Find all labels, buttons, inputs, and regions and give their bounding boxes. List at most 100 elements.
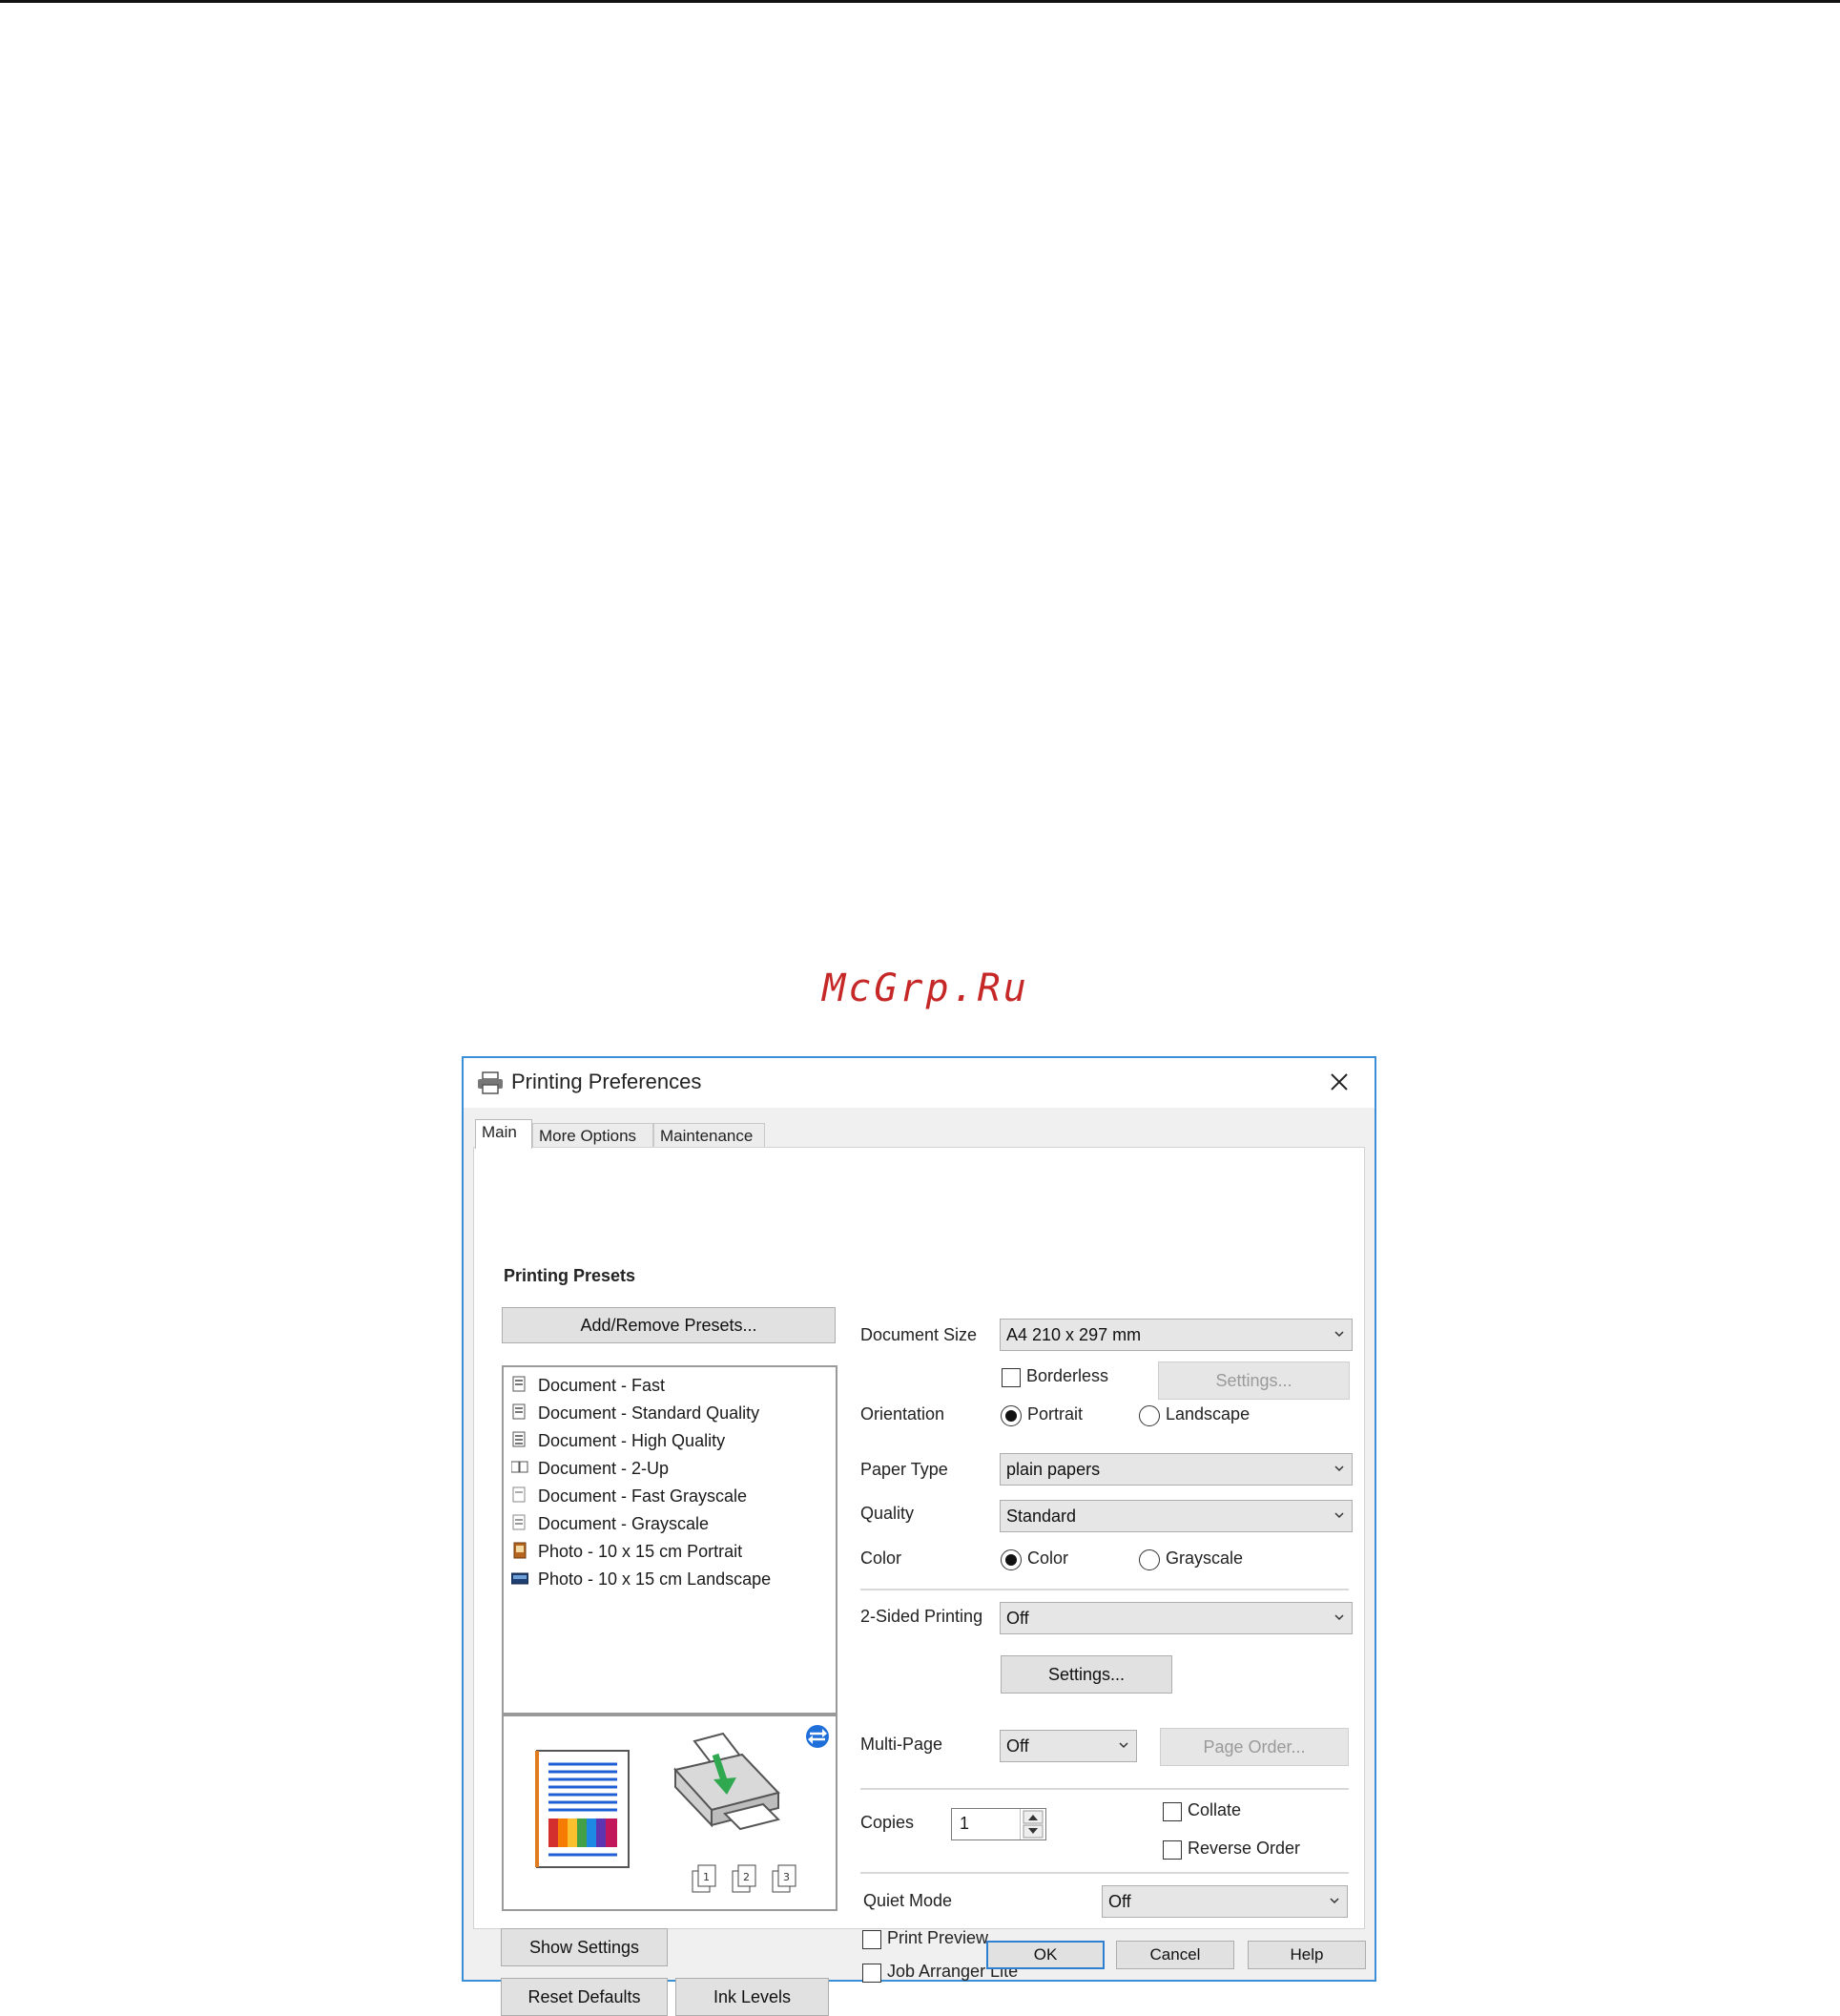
reverse-order-checkbox[interactable] <box>1163 1840 1182 1860</box>
two-sided-value: Off <box>1006 1609 1029 1628</box>
two-sided-select[interactable]: Off <box>1000 1602 1353 1634</box>
preset-label: Photo - 10 x 15 cm Landscape <box>538 1569 772 1589</box>
refresh-badge-icon[interactable] <box>806 1725 829 1748</box>
document-size-label: Document Size <box>860 1325 978 1344</box>
add-remove-presets-button[interactable]: Add/Remove Presets... <box>502 1307 836 1343</box>
multi-page-value: Off <box>1006 1736 1029 1756</box>
printing-presets-heading: Printing Presets <box>504 1266 636 1285</box>
color-label: Color <box>860 1548 902 1568</box>
preview-illustration: 1 2 3 <box>535 1725 829 1893</box>
grayscale-preset-icon <box>512 1486 526 1503</box>
preset-label: Document - Fast <box>538 1376 666 1395</box>
printer-icon <box>478 1071 503 1094</box>
quality-select[interactable]: Standard <box>1000 1500 1353 1532</box>
two-sided-settings-button[interactable]: Settings... <box>1001 1655 1172 1694</box>
document-size-select[interactable]: A4 210 x 297 mm <box>1000 1319 1353 1351</box>
main-panel: Printing Presets Add/Remove Presets... D… <box>473 1147 1365 2016</box>
print-preview-panel: 1 2 3 <box>502 1715 837 1911</box>
color-radio[interactable] <box>1001 1549 1022 1570</box>
preset-label: Document - High Quality <box>538 1431 726 1450</box>
preset-item[interactable]: Document - Grayscale <box>511 1511 709 1536</box>
copies-stepper[interactable]: 1 <box>951 1808 1046 1840</box>
title-bar: Printing Preferences <box>464 1058 1375 1108</box>
chevron-down-icon <box>1119 1742 1128 1749</box>
printer-output-icon <box>673 1732 780 1831</box>
preset-label: Document - Grayscale <box>538 1514 710 1533</box>
grayscale-label: Grayscale <box>1166 1548 1244 1568</box>
orientation-label: Orientation <box>860 1404 945 1424</box>
collate-page-number: 1 <box>703 1871 710 1883</box>
show-settings-button[interactable]: Show Settings <box>501 1928 668 1966</box>
multi-page-label: Multi-Page <box>860 1735 943 1754</box>
quality-value: Standard <box>1006 1507 1077 1526</box>
document-preset-icon <box>512 1376 526 1392</box>
grayscale-radio[interactable] <box>1139 1549 1160 1570</box>
photo-portrait-icon <box>513 1542 527 1559</box>
close-icon[interactable] <box>1325 1068 1354 1096</box>
landscape-radio[interactable] <box>1139 1405 1160 1426</box>
color-option-label: Color <box>1027 1548 1069 1568</box>
preset-item[interactable]: Document - Standard Quality <box>511 1401 759 1425</box>
reset-defaults-button[interactable]: Reset Defaults <box>501 1978 668 2016</box>
preset-item[interactable]: Document - Fast Grayscale <box>511 1484 747 1508</box>
two-sided-label: 2-Sided Printing <box>860 1607 983 1626</box>
preset-label: Document - Standard Quality <box>538 1403 760 1423</box>
borderless-label: Borderless <box>1026 1366 1109 1385</box>
printing-preferences-dialog: Printing Preferences Main More Options M… <box>462 1056 1376 2016</box>
collate-label: Collate <box>1188 1800 1242 1819</box>
collate-page-number: 3 <box>783 1871 790 1883</box>
portrait-radio[interactable] <box>1001 1405 1022 1426</box>
preset-item[interactable]: Photo - 10 x 15 cm Landscape <box>511 1567 771 1591</box>
quiet-mode-value: Off <box>1108 1892 1131 1911</box>
page-order-button[interactable]: Page Order... <box>1160 1728 1349 1766</box>
divider <box>860 1872 1349 1874</box>
ink-levels-button[interactable]: Ink Levels <box>675 1978 829 2016</box>
borderless-checkbox[interactable] <box>1002 1368 1021 1387</box>
ok-button[interactable]: OK <box>986 1941 1105 1969</box>
quiet-mode-select[interactable]: Off <box>1102 1885 1348 1918</box>
portrait-label: Portrait <box>1027 1404 1084 1424</box>
help-button[interactable]: Help <box>1248 1941 1366 1969</box>
document-preset-icon <box>512 1431 526 1447</box>
tab-main[interactable]: Main <box>475 1119 532 1149</box>
document-size-value: A4 210 x 297 mm <box>1006 1325 1142 1344</box>
chevron-down-icon <box>1334 1331 1344 1338</box>
preset-item[interactable]: Document - High Quality <box>511 1428 725 1453</box>
chevron-down-icon <box>1334 1465 1344 1472</box>
preset-label: Document - Fast Grayscale <box>538 1486 748 1506</box>
preset-label: Document - 2-Up <box>538 1459 670 1478</box>
borderless-settings-button[interactable]: Settings... <box>1158 1361 1350 1400</box>
photo-landscape-icon <box>511 1572 528 1585</box>
watermark: McGrp.Ru <box>822 966 1029 1010</box>
divider <box>860 1788 1349 1790</box>
tab-more-options[interactable]: More Options <box>532 1123 653 1148</box>
chevron-down-icon <box>1330 1898 1339 1904</box>
preset-item[interactable]: Photo - 10 x 15 cm Portrait <box>511 1539 742 1564</box>
reverse-order-label: Reverse Order <box>1188 1839 1301 1858</box>
chevron-down-icon <box>1334 1614 1344 1621</box>
top-rule <box>0 0 1840 3</box>
paper-type-value: plain papers <box>1006 1460 1101 1479</box>
grayscale-preset-icon <box>512 1514 526 1530</box>
collate-checkbox[interactable] <box>1163 1802 1182 1821</box>
page-preview-icon <box>535 1750 630 1868</box>
two-up-preset-icon <box>511 1461 528 1473</box>
preset-item[interactable]: Document - 2-Up <box>511 1456 669 1481</box>
paper-type-select[interactable]: plain papers <box>1000 1453 1353 1486</box>
multi-page-select[interactable]: Off <box>1000 1730 1137 1762</box>
collate-pages-icon: 1 2 3 <box>692 1864 796 1893</box>
tab-maintenance[interactable]: Maintenance <box>653 1123 765 1148</box>
spin-arrows-icon[interactable] <box>1020 1809 1045 1839</box>
preset-item[interactable]: Document - Fast <box>511 1373 665 1398</box>
preset-label: Photo - 10 x 15 cm Portrait <box>538 1542 743 1561</box>
divider <box>860 1589 1349 1590</box>
print-preview-checkbox[interactable] <box>862 1930 881 1949</box>
paper-type-label: Paper Type <box>860 1460 948 1479</box>
collate-page-number: 2 <box>743 1871 750 1883</box>
copies-label: Copies <box>860 1813 915 1832</box>
cancel-button[interactable]: Cancel <box>1116 1941 1234 1969</box>
preset-list[interactable]: Document - Fast Document - Standard Qual… <box>502 1365 837 1715</box>
job-arranger-checkbox[interactable] <box>862 1964 881 1983</box>
print-preview-label: Print Preview <box>887 1928 989 1947</box>
dialog-title: Printing Preferences <box>511 1070 702 1093</box>
